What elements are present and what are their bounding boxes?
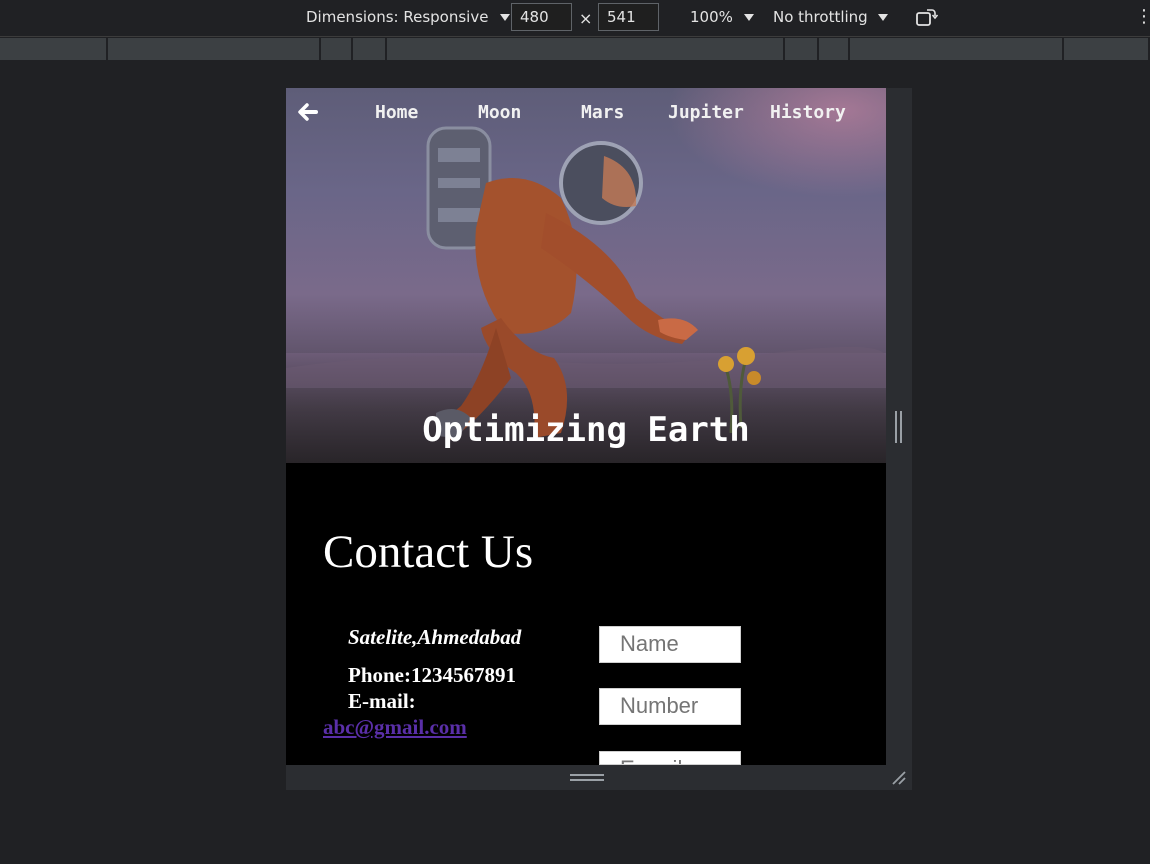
media-query-segment[interactable] <box>849 38 1063 60</box>
hero-banner: Home Moon Mars Jupiter History Optimizin… <box>286 88 886 463</box>
zoom-label: 100% <box>690 8 733 26</box>
media-query-segment[interactable] <box>353 38 386 60</box>
nav-link-moon[interactable]: Moon <box>478 102 521 123</box>
more-options-icon[interactable]: ⋮ <box>1135 6 1150 27</box>
media-query-segment[interactable] <box>387 38 783 60</box>
device-toolbar: Dimensions: Responsive × 100% No throttl… <box>0 0 1150 36</box>
contact-email-label: E-mail: <box>348 689 416 713</box>
back-arrow-icon[interactable] <box>297 101 319 123</box>
media-query-segment[interactable] <box>107 38 320 60</box>
nav-link-jupiter[interactable]: Jupiter <box>668 102 744 123</box>
height-input[interactable] <box>598 3 659 31</box>
contact-section: Contact Us Satelite,Ahmedabad Phone:1234… <box>286 463 886 765</box>
media-query-segment[interactable] <box>818 38 848 60</box>
throttling-label: No throttling <box>773 8 868 26</box>
dimensions-dropdown[interactable]: Dimensions: Responsive <box>306 8 511 26</box>
throttling-dropdown[interactable]: No throttling <box>773 8 889 26</box>
hero-title: Optimizing Earth <box>422 410 750 450</box>
media-query-segment[interactable] <box>1064 38 1148 60</box>
device-frame: Home Moon Mars Jupiter History Optimizin… <box>286 88 912 790</box>
name-field[interactable]: Name <box>599 626 741 663</box>
toolbar-divider <box>0 36 1150 37</box>
width-resize-handle[interactable] <box>895 411 903 443</box>
email-field[interactable]: E-mail <box>599 751 741 765</box>
height-resize-handle[interactable] <box>570 774 604 782</box>
media-query-segment[interactable] <box>784 38 817 60</box>
nav-link-history[interactable]: History <box>770 102 846 123</box>
nav-link-mars[interactable]: Mars <box>581 102 624 123</box>
times-icon: × <box>579 9 593 28</box>
contact-address: Satelite,Ahmedabad <box>348 625 522 649</box>
nav-link-home[interactable]: Home <box>375 102 418 123</box>
width-input[interactable] <box>511 3 572 31</box>
chevron-down-icon <box>878 14 889 21</box>
zoom-dropdown[interactable]: 100% <box>690 8 754 26</box>
rotate-icon[interactable] <box>916 7 938 27</box>
number-field[interactable]: Number <box>599 688 741 725</box>
contact-heading: Contact Us <box>323 526 534 578</box>
media-query-bar[interactable] <box>0 38 1150 61</box>
contact-phone: Phone:1234567891 <box>348 663 516 687</box>
chevron-down-icon <box>500 13 511 21</box>
corner-resize-icon[interactable] <box>891 770 907 786</box>
astronaut-image <box>286 126 886 440</box>
chevron-down-icon <box>743 14 754 21</box>
contact-email-link[interactable]: abc@gmail.com <box>323 715 467 740</box>
page-viewport[interactable]: Home Moon Mars Jupiter History Optimizin… <box>286 88 886 765</box>
main-nav: Home Moon Mars Jupiter History <box>286 100 886 126</box>
dimensions-label: Dimensions: Responsive <box>306 8 489 26</box>
media-query-segment[interactable] <box>0 38 106 60</box>
media-query-segment[interactable] <box>321 38 352 60</box>
